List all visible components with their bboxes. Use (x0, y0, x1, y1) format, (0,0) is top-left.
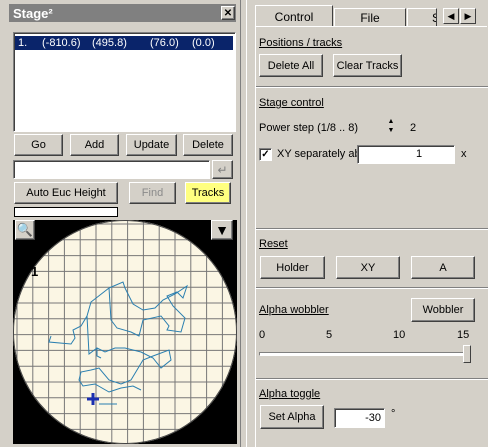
alpha-wobbler-slider-thumb[interactable] (463, 345, 471, 363)
power-step-spinner[interactable]: ▲ ▼ (385, 118, 397, 136)
reset-xy-button[interactable]: XY (336, 256, 400, 279)
positions-list[interactable]: 1. (-810.6) (495.8) (76.0) (0.0) (13, 32, 236, 132)
go-button[interactable]: Go (14, 134, 63, 156)
tab-control-label: Control (274, 9, 314, 24)
spin-down-icon[interactable]: ▼ (385, 127, 397, 135)
name-input[interactable] (13, 160, 210, 179)
delete-all-button[interactable]: Delete All (259, 54, 323, 77)
find-button[interactable]: Find (129, 182, 176, 204)
list-item-y: (495.8) (92, 37, 127, 49)
clear-tracks-button[interactable]: Clear Tracks (333, 54, 402, 77)
section-divider (256, 228, 488, 230)
tab-file[interactable]: File (334, 8, 406, 27)
section-divider (256, 378, 488, 380)
zoom-in-icon[interactable]: 🔍 (15, 220, 35, 240)
xy-separately-input[interactable]: 1 (357, 145, 455, 164)
progress-bar (14, 207, 118, 217)
list-item-x: (-810.6) (42, 37, 81, 49)
auto-euc-height-button[interactable]: Auto Euc Height (14, 182, 118, 204)
enter-icon[interactable]: ↵ (212, 160, 233, 179)
tab-control[interactable]: Control (255, 5, 333, 27)
scale-tick-15: 15 (457, 329, 470, 341)
reset-a-button[interactable]: A (411, 256, 475, 279)
tracks-button[interactable]: Tracks (185, 182, 231, 204)
panel-title: Stage² (13, 5, 53, 21)
section-divider (256, 287, 488, 289)
tab-content: Positions / tracks Delete All Clear Trac… (255, 26, 488, 447)
alpha-wobbler-slider-track[interactable] (259, 352, 471, 356)
delete-button[interactable]: Delete (183, 134, 233, 156)
tab-settings[interactable]: Se (407, 8, 437, 27)
tab-file-label: File (360, 11, 380, 25)
list-item-a: (0.0) (192, 37, 215, 49)
alpha-unit: ° (391, 408, 396, 420)
list-item-z: (76.0) (150, 37, 179, 49)
xy-unit: x (461, 148, 467, 160)
triangle-down-icon[interactable]: ▼ (211, 220, 233, 240)
stage-map-svg[interactable] (13, 220, 237, 444)
xy-separately-value: 1 (416, 148, 423, 160)
reset-label: Reset (259, 238, 288, 250)
spin-up-icon[interactable]: ▲ (385, 118, 397, 126)
update-button[interactable]: Update (126, 134, 177, 156)
left-panel: Stage² ✕ 1. (-810.6) (495.8) (76.0) (0.0… (0, 0, 241, 447)
panel-title-bar: Stage² ✕ (9, 4, 236, 22)
scale-tick-10: 10 (393, 329, 406, 341)
stage-map[interactable]: 🔍 ▼ 1 (13, 220, 237, 444)
scale-tick-5: 5 (326, 329, 333, 341)
xy-separately-checkbox[interactable]: ✓ (259, 148, 272, 161)
alpha-wobbler-label: Alpha wobbler (259, 304, 329, 316)
add-button[interactable]: Add (70, 134, 119, 156)
tab-scroll-left-icon[interactable]: ◀ (443, 8, 459, 24)
scale-tick-0: 0 (259, 329, 266, 341)
set-alpha-button[interactable]: Set Alpha (260, 405, 324, 429)
holder-button[interactable]: Holder (260, 256, 325, 279)
tab-scroll-right-icon[interactable]: ▶ (460, 8, 476, 24)
list-item-index: 1. (18, 37, 28, 49)
alpha-toggle-input[interactable]: -30 (334, 408, 385, 428)
wobbler-button[interactable]: Wobbler (411, 298, 475, 322)
close-icon[interactable]: ✕ (221, 6, 235, 20)
stage-control-label: Stage control (259, 97, 324, 109)
power-step-label: Power step (1/8 .. 8) (259, 122, 359, 134)
alpha-toggle-label: Alpha toggle (259, 388, 321, 400)
list-item[interactable]: 1. (-810.6) (495.8) (76.0) (0.0) (15, 36, 233, 50)
tab-settings-label: Se (432, 11, 436, 25)
stage-disk (13, 220, 237, 444)
right-panel: Control File Se ◀ ▶ Positions / tracks D… (246, 0, 488, 447)
section-divider (256, 86, 488, 88)
alpha-toggle-value: -30 (365, 412, 381, 424)
positions-tracks-label: Positions / tracks (259, 37, 343, 49)
map-position-label: 1 (31, 264, 39, 279)
power-step-value: 2 (410, 122, 417, 134)
